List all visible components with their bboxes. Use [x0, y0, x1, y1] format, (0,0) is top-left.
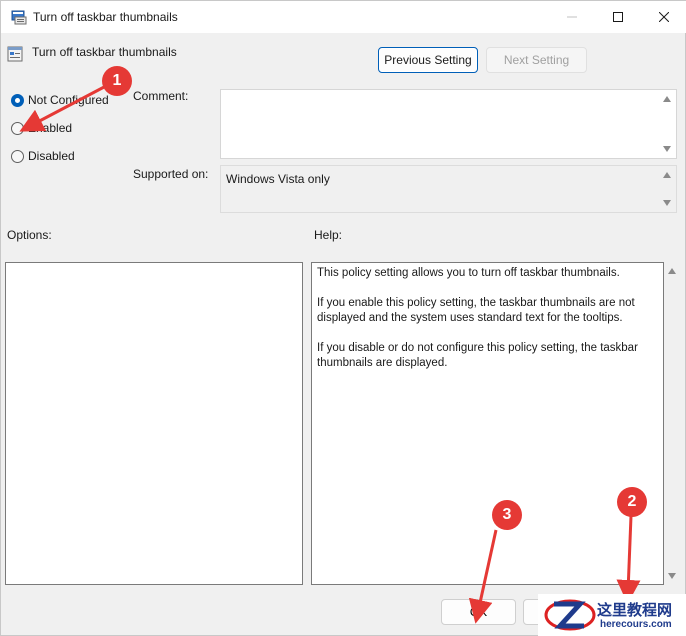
group-policy-dialog: Turn off taskbar thumbnails Turn off tas…	[0, 0, 686, 636]
options-panel	[5, 262, 303, 585]
radio-label: Disabled	[28, 149, 75, 163]
scroll-down-arrow-icon[interactable]	[663, 146, 671, 152]
help-label: Help:	[314, 228, 343, 242]
radio-enabled[interactable]: Enabled	[11, 121, 72, 135]
ok-button[interactable]: OK	[441, 599, 516, 625]
help-scrollbar[interactable]	[664, 262, 681, 585]
watermark: 这里教程网 herecours.com	[538, 594, 686, 636]
maximize-icon	[613, 12, 623, 22]
options-label: Options:	[7, 228, 52, 242]
supported-scrollbar[interactable]	[659, 166, 676, 212]
close-button[interactable]	[641, 1, 686, 33]
radio-label: Not Configured	[28, 93, 109, 107]
radio-label: Enabled	[28, 121, 73, 135]
radio-not-configured[interactable]: Not Configured	[11, 93, 109, 107]
supported-on-field: Windows Vista only	[220, 165, 677, 213]
comment-label: Comment:	[133, 89, 189, 103]
watermark-logo-icon	[544, 599, 596, 631]
radio-button[interactable]	[11, 121, 24, 135]
scroll-down-arrow-icon[interactable]	[663, 200, 671, 206]
comment-textarea[interactable]	[220, 89, 677, 159]
radio-disabled[interactable]: Disabled	[11, 149, 75, 163]
help-paragraph: This policy setting allows you to turn o…	[317, 267, 620, 279]
annotation-badge-1: 1	[102, 66, 132, 96]
scroll-up-arrow-icon[interactable]	[663, 172, 671, 178]
scroll-down-arrow-icon[interactable]	[668, 573, 676, 579]
title-bar: Turn off taskbar thumbnails	[1, 1, 686, 33]
scroll-up-arrow-icon[interactable]	[668, 268, 676, 274]
comment-scrollbar[interactable]	[659, 90, 676, 158]
next-setting-button[interactable]: Next Setting	[486, 47, 587, 73]
radio-button[interactable]	[11, 149, 24, 163]
help-paragraph: If you disable or do not configure this …	[317, 342, 638, 369]
annotation-badge-3: 3	[492, 500, 522, 530]
previous-setting-button[interactable]: Previous Setting	[378, 47, 478, 73]
help-paragraph: If you enable this policy setting, the t…	[317, 297, 635, 324]
watermark-site-text: herecours.com	[600, 619, 672, 630]
supported-on-value: Windows Vista only	[226, 172, 330, 186]
help-panel: This policy setting allows you to turn o…	[311, 262, 664, 585]
minimize-button[interactable]	[549, 1, 595, 33]
help-text: This policy setting allows you to turn o…	[317, 266, 653, 386]
radio-button-checked[interactable]	[11, 93, 24, 107]
close-icon	[659, 12, 669, 22]
watermark-chinese-text: 这里教程网	[597, 601, 673, 619]
window-title: Turn off taskbar thumbnails	[33, 10, 178, 24]
policy-title: Turn off taskbar thumbnails	[32, 45, 177, 59]
maximize-button[interactable]	[595, 1, 641, 33]
policy-app-icon	[11, 10, 27, 25]
annotation-badge-2: 2	[617, 487, 647, 517]
policy-setting-icon	[7, 46, 23, 62]
supported-on-label: Supported on:	[133, 167, 209, 181]
minimize-icon	[567, 16, 577, 18]
scroll-up-arrow-icon[interactable]	[663, 96, 671, 102]
